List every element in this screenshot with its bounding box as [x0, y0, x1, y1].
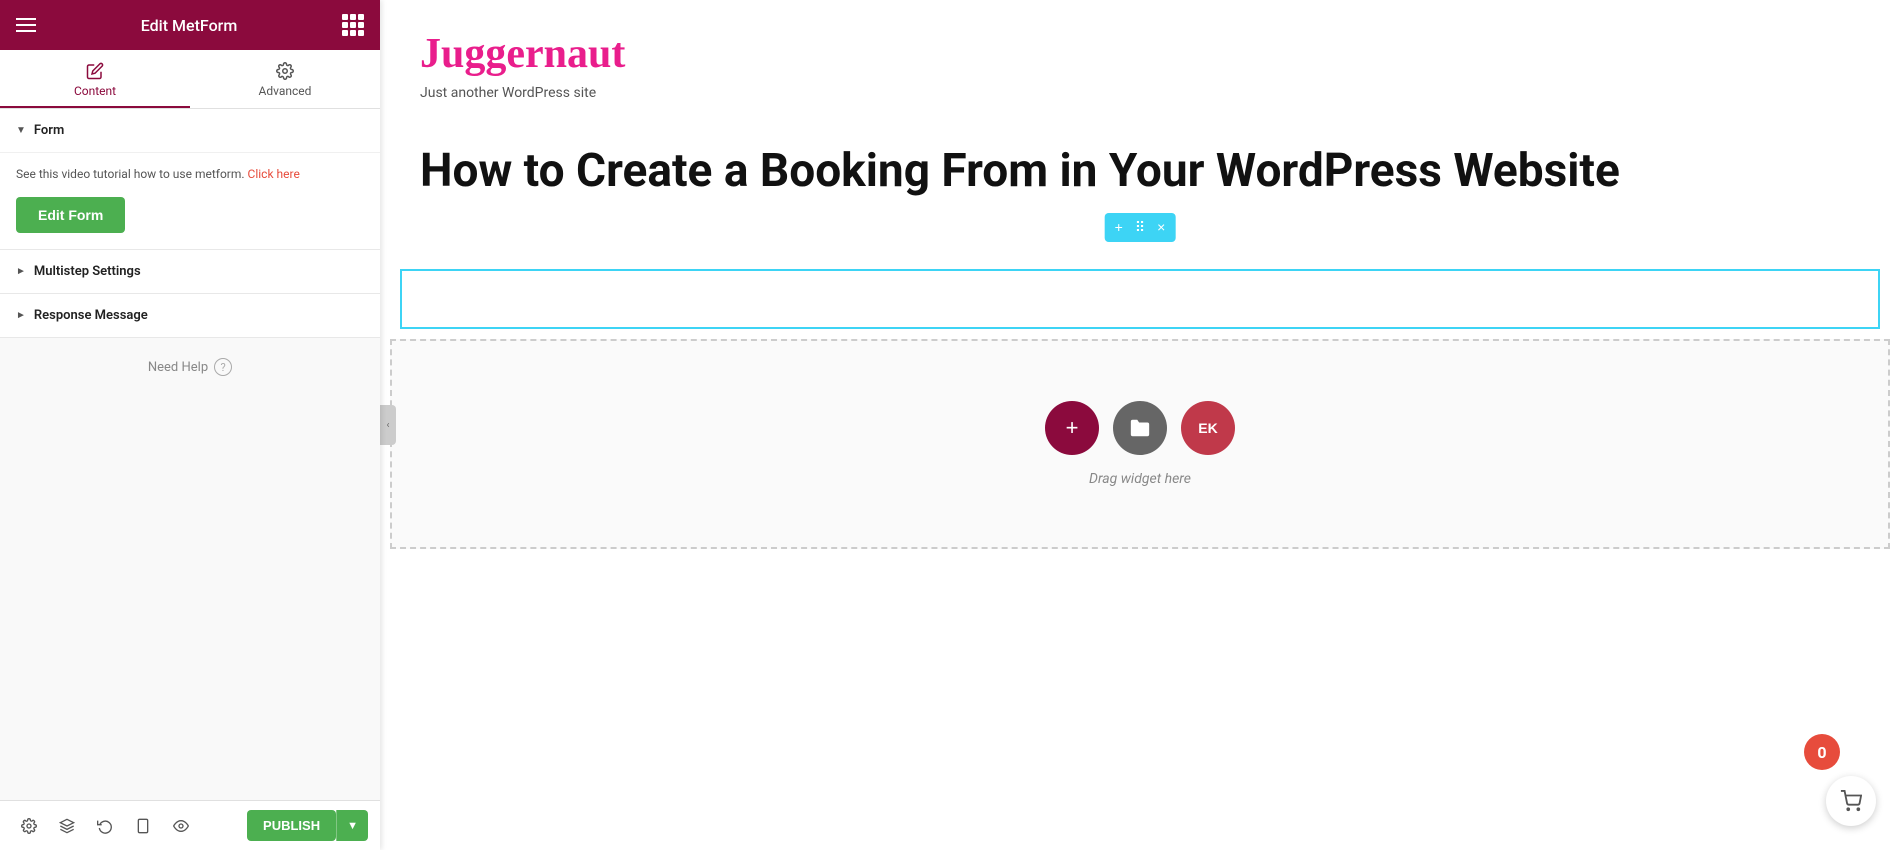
tab-advanced[interactable]: Advanced [190, 50, 380, 108]
widget-move-btn[interactable]: ⠿ [1129, 215, 1151, 240]
pencil-icon [86, 62, 104, 80]
need-help-text: Need Help [148, 360, 208, 375]
publish-arrow-button[interactable]: ▼ [336, 810, 368, 841]
help-icon[interactable]: ? [214, 358, 232, 376]
widget-area: + ⠿ × [380, 229, 1900, 329]
preview-footer-btn[interactable] [164, 809, 198, 843]
accordion-form-header[interactable]: ▼ Form [0, 109, 380, 152]
widget-close-icon: × [1157, 219, 1165, 235]
drag-buttons: + EK [1045, 401, 1235, 455]
widget-move-icon: ⠿ [1135, 219, 1145, 236]
cart-button[interactable] [1826, 776, 1876, 826]
accordion-form-arrow: ▼ [16, 125, 26, 136]
history-icon [97, 818, 113, 834]
accordion-multistep-arrow: ► [16, 266, 26, 277]
widget-add-icon: + [1115, 219, 1123, 235]
accordion-response-header[interactable]: ► Response Message [0, 294, 380, 337]
drag-widget-text: Drag widget here [1089, 471, 1191, 487]
widget-close-btn[interactable]: × [1151, 215, 1171, 239]
need-help-section: Need Help ? [0, 338, 380, 396]
history-footer-btn[interactable] [88, 809, 122, 843]
sidebar-title: Edit MetForm [141, 16, 238, 35]
notification-count: 0 [1817, 743, 1826, 762]
chevron-left-icon: ‹ [386, 420, 389, 431]
grid-menu-icon[interactable] [342, 14, 364, 36]
layers-icon [59, 818, 75, 834]
canvas: Juggernaut Just another WordPress site H… [380, 0, 1900, 850]
accordion-response-arrow: ► [16, 310, 26, 321]
accordion-response: ► Response Message [0, 294, 380, 338]
ek-icon: EK [1198, 420, 1217, 436]
add-widget-button[interactable]: + [1045, 401, 1099, 455]
layers-footer-btn[interactable] [50, 809, 84, 843]
publish-button[interactable]: PUBLISH [247, 810, 336, 841]
responsive-icon [135, 818, 151, 834]
tab-advanced-label: Advanced [259, 84, 312, 98]
accordion-multistep: ► Multistep Settings [0, 250, 380, 294]
widget-toolbar: + ⠿ × [1105, 213, 1176, 242]
site-subtitle: Just another WordPress site [420, 84, 1860, 104]
edit-form-button[interactable]: Edit Form [16, 197, 125, 233]
ek-widget-button[interactable]: EK [1181, 401, 1235, 455]
hamburger-menu[interactable] [16, 18, 36, 32]
sidebar-content: ▼ Form See this video tutorial how to us… [0, 109, 380, 800]
folder-widget-button[interactable] [1113, 401, 1167, 455]
tutorial-text: See this video tutorial how to use metfo… [16, 165, 364, 183]
drag-widget-area[interactable]: + EK Drag widget here [390, 339, 1890, 549]
tab-content-label: Content [74, 84, 116, 98]
site-header: Juggernaut Just another WordPress site [380, 0, 1900, 124]
eye-icon [173, 818, 189, 834]
add-icon: + [1066, 415, 1079, 441]
settings-icon [21, 818, 37, 834]
notification-badge[interactable]: 0 [1804, 734, 1840, 770]
tab-content[interactable]: Content [0, 50, 190, 108]
tutorial-link[interactable]: Click here [248, 167, 300, 181]
accordion-form-body: See this video tutorial how to use metfo… [0, 152, 380, 249]
accordion-multistep-title: Multistep Settings [34, 264, 141, 279]
collapse-handle[interactable]: ‹ [380, 405, 396, 445]
site-title: Juggernaut [420, 30, 1860, 78]
cart-icon [1840, 790, 1862, 812]
sidebar-footer: PUBLISH ▼ [0, 800, 380, 850]
sidebar-tabs: Content Advanced [0, 50, 380, 109]
main-canvas: ‹ Juggernaut Just another WordPress site… [380, 0, 1900, 850]
publish-group: PUBLISH ▼ [247, 810, 368, 841]
accordion-multistep-header[interactable]: ► Multistep Settings [0, 250, 380, 293]
sidebar-header: Edit MetForm [0, 0, 380, 50]
widget-add-btn[interactable]: + [1109, 215, 1129, 239]
responsive-footer-btn[interactable] [126, 809, 160, 843]
gear-icon [276, 62, 294, 80]
accordion-response-title: Response Message [34, 308, 148, 323]
accordion-form: ▼ Form See this video tutorial how to us… [0, 109, 380, 250]
sidebar: Edit MetForm Content Advanced [0, 0, 380, 850]
folder-icon [1129, 417, 1151, 439]
accordion-form-title: Form [34, 123, 64, 138]
settings-footer-btn[interactable] [12, 809, 46, 843]
widget-box [400, 269, 1880, 329]
